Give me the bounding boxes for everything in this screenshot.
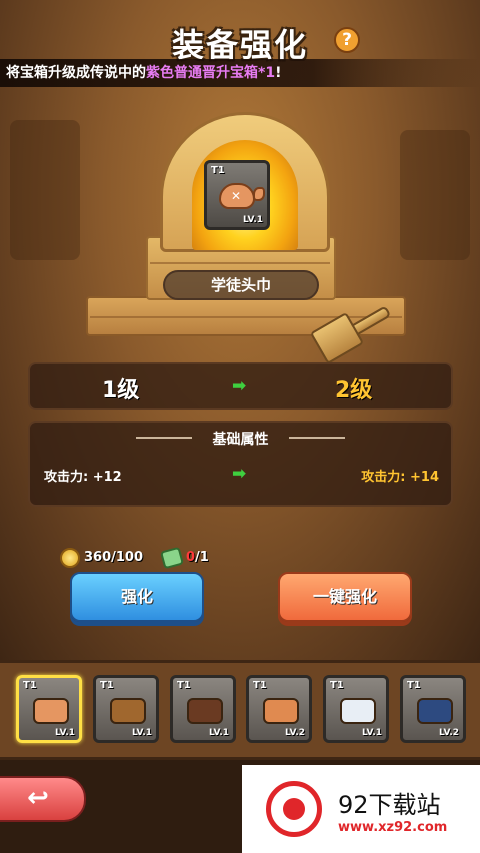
inventory-slot[interactable]: T1 LV.1 [16,675,82,743]
belt-icon [187,698,223,724]
notice-prefix: 将宝箱升级成传说中的 [6,65,146,81]
back-button[interactable]: ↩ [0,776,86,822]
inventory-slot[interactable]: T1 LV.1 [93,675,159,743]
watermark-logo-icon [266,781,322,837]
current-level: 1级 [102,378,140,403]
slot-tier: T1 [23,680,37,691]
attribute-panel: 基础属性 攻击力: +12 ➡ 攻击力: +14 [28,421,453,507]
slot-tier: T1 [253,680,267,691]
slot-tier: T1 [407,680,421,691]
scroll-cost: 0/1 [186,550,209,565]
attribute-header: 基础属性 [212,432,269,448]
bandana-knot [253,187,265,201]
slot-level: LV.1 [132,728,152,738]
one-click-enhance-button[interactable]: 一键强化 [278,572,412,622]
scroll-current: 0 [186,550,196,565]
scroll-required: /1 [195,550,209,565]
sandal-icon [263,698,299,724]
bandana-mark: ✕ [231,189,242,203]
slot-tier: T1 [330,680,344,691]
watermark: 92下载站 www.xz92.com [242,765,480,853]
wall-decoration-right [400,130,470,260]
brick-line [90,316,402,318]
level-upgrade-panel: 1级 ➡ 2级 [28,362,453,410]
arrow-right-icon: ➡ [232,376,247,396]
next-level: 2级 [335,378,373,403]
arrow-right-icon: ➡ [232,464,247,484]
inventory-strip: T1 LV.1 T1 LV.1 T1 LV.1 T1 LV.2 T1 LV.1 T1 LV.2 [0,660,480,760]
slot-level: LV.2 [285,728,305,738]
slot-tier: T1 [177,680,191,691]
hook-hand-icon [110,698,146,724]
watermark-url: www.xz92.com [338,820,448,835]
slot-level: LV.1 [209,728,229,738]
gold-cost: 360/100 [84,550,144,565]
forge-scene: 装备强化 ? 将宝箱升级成传说中的紫色普通晋升宝箱*1! T1 ✕ LV.1 学… [0,0,480,660]
striped-shirt-icon [340,698,376,724]
bandana-icon [33,698,69,724]
wall-decoration-left [10,120,80,260]
slot-level: LV.1 [55,728,75,738]
scroll-icon [160,546,184,570]
back-arrow-icon: ↩ [27,783,49,813]
slot-level: LV.2 [439,728,459,738]
divider-right-icon [289,437,345,439]
watermark-logo-dot [283,798,305,820]
attack-next: 攻击力: +14 [361,470,439,485]
upgrade-notice: 将宝箱升级成传说中的紫色普通晋升宝箱*1! [0,59,480,87]
help-icon[interactable]: ? [334,27,360,53]
forge-item-card[interactable]: T1 ✕ LV.1 [204,160,270,230]
inventory-slot[interactable]: T1 LV.2 [246,675,312,743]
notice-highlight: 紫色普通晋升宝箱*1 [146,65,276,81]
brick-line [150,262,330,264]
pants-icon [417,698,453,724]
attack-current: 攻击力: +12 [44,470,122,485]
item-name: 学徒头巾 [163,270,319,300]
gold-coin-icon [60,548,80,568]
inventory-slot[interactable]: T1 LV.1 [170,675,236,743]
notice-suffix: ! [275,65,282,81]
slot-level: LV.1 [362,728,382,738]
watermark-title: 92下载站 [338,791,441,819]
inventory-slot[interactable]: T1 LV.1 [323,675,389,743]
inventory-slot[interactable]: T1 LV.2 [400,675,466,743]
slot-tier: T1 [100,680,114,691]
enhance-button[interactable]: 强化 [70,572,204,622]
item-level: LV.1 [243,215,263,225]
item-tier: T1 [211,165,225,176]
